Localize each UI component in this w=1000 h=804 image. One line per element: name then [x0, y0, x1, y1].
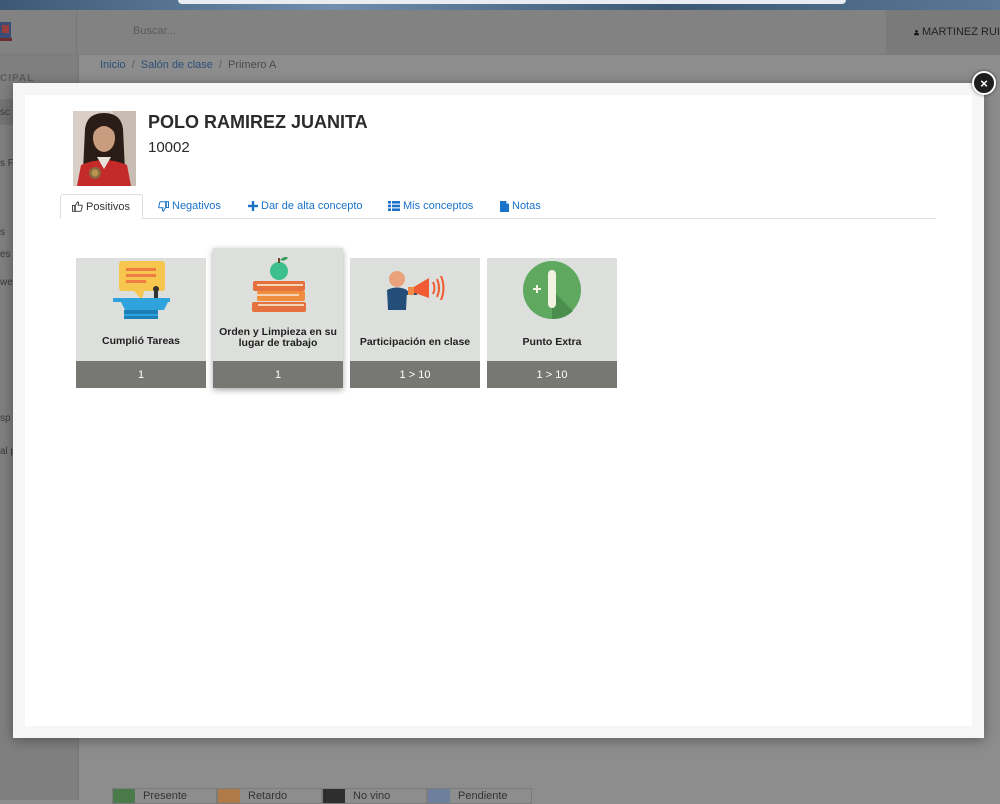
- card-label: Orden y Limpieza en su lugar de trabajo: [219, 326, 337, 349]
- modal-content: POLO RAMIREZ JUANITA 10002 Positivos Neg…: [25, 95, 972, 726]
- student-id: 10002: [148, 139, 190, 156]
- card-label: Cumplió Tareas: [102, 335, 180, 347]
- user-name: MARTINEZ RUI: [921, 26, 1000, 38]
- sidebar-item-5[interactable]: we: [0, 277, 13, 288]
- thumbs-up-icon: [72, 201, 83, 212]
- concept-card-participacion-en-clase[interactable]: Participación en clase 1 > 10: [350, 258, 480, 388]
- tab-label: Dar de alta concepto: [261, 200, 363, 212]
- legend-label: No vino: [353, 790, 391, 802]
- legend-item-present: Presente: [112, 788, 217, 804]
- plus-icon: [248, 201, 258, 211]
- user-menu[interactable]: MARTINEZ RUI: [886, 10, 1000, 54]
- tab-label: Notas: [512, 200, 541, 212]
- legend-swatch: [218, 789, 240, 803]
- sidebar-item-4[interactable]: es: [0, 249, 11, 260]
- legend-label: Pendiente: [458, 790, 508, 802]
- close-icon: ×: [980, 75, 988, 91]
- card-value: 1: [76, 361, 206, 388]
- legend-label: Retardo: [248, 790, 288, 802]
- address-bar: [178, 0, 846, 4]
- tab-label: Mis conceptos: [403, 200, 474, 212]
- close-button[interactable]: ×: [972, 71, 996, 95]
- attendance-legend: Presente Retardo No vino Pendiente: [112, 788, 532, 804]
- breadcrumb: Inicio / Salón de clase / Primero A: [100, 59, 276, 71]
- legend-swatch: [113, 789, 135, 803]
- sidebar-item-3[interactable]: s: [0, 227, 5, 238]
- student-modal: POLO RAMIREZ JUANITA 10002 Positivos Neg…: [13, 83, 984, 738]
- legend-item-late: Retardo: [217, 788, 322, 804]
- tab-dar-de-alta-concepto[interactable]: Dar de alta concepto: [248, 194, 363, 218]
- tab-bar: Positivos Negativos Dar de alta concepto…: [60, 194, 936, 219]
- tab-positivos[interactable]: Positivos: [60, 194, 144, 219]
- legend-label: Presente: [143, 790, 188, 802]
- concept-card-punto-extra[interactable]: Punto Extra 1 > 10: [487, 258, 617, 388]
- breadcrumb-separator: /: [131, 59, 135, 71]
- top-navbar: Buscar... MARTINEZ RUI: [0, 10, 1000, 55]
- search-input[interactable]: Buscar...: [133, 25, 176, 37]
- thumbs-down-icon: [158, 200, 169, 212]
- user-icon: [914, 29, 919, 35]
- legend-swatch: [428, 789, 450, 803]
- podium-speech-icon: [113, 261, 170, 319]
- legend-swatch: [323, 789, 345, 803]
- tab-label: Negativos: [172, 200, 221, 212]
- concept-card-orden-y-limpieza[interactable]: Orden y Limpieza en su lugar de trabajo …: [213, 248, 343, 388]
- megaphone-person-icon: [387, 271, 445, 310]
- list-icon: [388, 201, 400, 211]
- card-value: 1 > 10: [487, 361, 617, 388]
- school-logo-icon[interactable]: [0, 20, 14, 44]
- browser-top-strip: [0, 0, 1000, 10]
- breadcrumb-link-classroom[interactable]: Salón de clase: [141, 59, 213, 71]
- tab-negativos[interactable]: Negativos: [158, 194, 221, 218]
- breadcrumb-link-home[interactable]: Inicio: [100, 59, 126, 71]
- books-apple-icon: [252, 256, 306, 312]
- card-value: 1 > 10: [350, 361, 480, 388]
- student-name: POLO RAMIREZ JUANITA: [148, 112, 368, 132]
- navbar-divider: [76, 10, 77, 54]
- file-icon: [500, 200, 509, 212]
- card-label: Punto Extra: [522, 336, 582, 348]
- legend-item-pending: Pendiente: [427, 788, 532, 804]
- sidebar-item-6[interactable]: sp: [0, 413, 11, 424]
- card-value: 1: [213, 361, 343, 388]
- tab-label: Positivos: [86, 200, 131, 213]
- student-photo-image: [73, 111, 136, 186]
- sidebar-item-2[interactable]: s F: [0, 158, 14, 169]
- legend-item-absent: No vino: [322, 788, 427, 804]
- breadcrumb-separator: /: [218, 59, 222, 71]
- student-photo: [73, 111, 136, 186]
- breadcrumb-current: Primero A: [227, 59, 277, 71]
- plus-one-icon: [523, 261, 581, 320]
- sidebar-item-1[interactable]: sc: [0, 107, 10, 118]
- tab-notas[interactable]: Notas: [500, 194, 541, 218]
- concept-card-cumplio-tareas[interactable]: Cumplió Tareas 1: [76, 258, 206, 388]
- card-label: Participación en clase: [359, 336, 471, 348]
- tab-mis-conceptos[interactable]: Mis conceptos: [388, 194, 473, 218]
